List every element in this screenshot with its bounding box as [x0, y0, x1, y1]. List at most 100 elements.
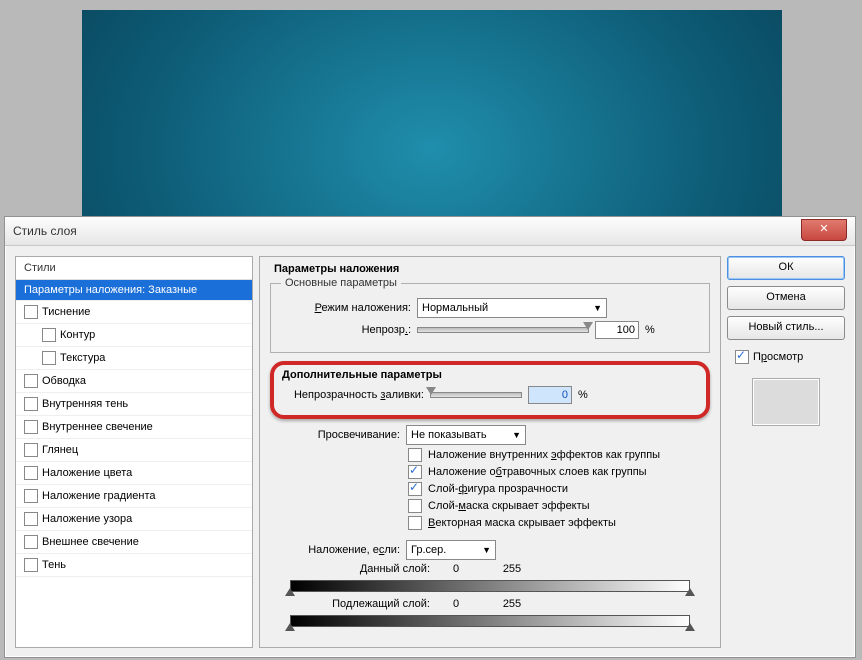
- sidebar-item-label: Наложение градиента: [42, 490, 156, 502]
- window-title: Стиль слоя: [13, 224, 77, 238]
- fill-opacity-highlight: Дополнительные параметры Непрозрачность …: [270, 361, 710, 419]
- blend-mode-label: Режим наложения:: [281, 302, 411, 314]
- knockout-select[interactable]: Не показывать ▼: [406, 425, 526, 445]
- dialog-content: Стили Параметры наложения: Заказные Тисне…: [5, 246, 855, 658]
- sidebar-item-label: Тиснение: [42, 306, 90, 318]
- sidebar-item-5[interactable]: Внутренняя тень: [16, 393, 252, 416]
- blend-mode-select[interactable]: Нормальный ▼: [417, 298, 607, 318]
- close-icon: ✕: [819, 223, 828, 235]
- fill-opacity-input[interactable]: 0: [528, 386, 572, 404]
- sidebar-item-3[interactable]: Текстура: [16, 347, 252, 370]
- style-checkbox[interactable]: [24, 374, 38, 388]
- sidebar-item-0[interactable]: Параметры наложения: Заказные: [16, 280, 252, 301]
- style-checkbox[interactable]: [24, 466, 38, 480]
- style-checkbox[interactable]: [24, 420, 38, 434]
- style-checkbox[interactable]: [24, 443, 38, 457]
- blendif-label: Наложение, если:: [270, 544, 400, 556]
- style-checkbox[interactable]: [42, 351, 56, 365]
- chk-transparency-shapes[interactable]: [408, 482, 422, 496]
- knockout-label: Просвечивание:: [270, 429, 400, 441]
- this-low: 0: [436, 563, 476, 575]
- chk-label: Наложение внутренних эффектов как группы: [428, 449, 660, 461]
- sidebar-item-7[interactable]: Глянец: [16, 439, 252, 462]
- sidebar-item-label: Внутреннее свечение: [42, 421, 153, 433]
- new-style-button[interactable]: Новый стиль...: [727, 316, 845, 340]
- this-layer-label: Данный слой:: [320, 563, 430, 575]
- chk-label: Наложение обтравочных слоев как группы: [428, 466, 647, 478]
- sidebar-item-11[interactable]: Внешнее свечение: [16, 531, 252, 554]
- style-checkbox[interactable]: [24, 305, 38, 319]
- slider-thumb-icon: [426, 387, 436, 395]
- chk-inner-effects[interactable]: [408, 448, 422, 462]
- titlebar: Стиль слоя ✕: [5, 217, 855, 246]
- preview-swatch: [752, 378, 820, 426]
- style-checkbox[interactable]: [24, 397, 38, 411]
- adv-legend: Дополнительные параметры: [282, 369, 698, 382]
- chevron-down-icon: ▼: [482, 545, 491, 555]
- gradient-track: [290, 615, 690, 627]
- sidebar-item-label: Глянец: [42, 444, 78, 456]
- chk-label: Векторная маска скрывает эффекты: [428, 517, 616, 529]
- gradient-track: [290, 580, 690, 592]
- ok-button[interactable]: ОК: [727, 256, 845, 280]
- this-high: 255: [482, 563, 542, 575]
- style-checkbox[interactable]: [24, 558, 38, 572]
- style-checkbox[interactable]: [24, 489, 38, 503]
- preview-checkbox[interactable]: [735, 350, 749, 364]
- fill-opacity-slider[interactable]: [430, 392, 522, 398]
- under-layer-label: Подлежащий слой:: [320, 598, 430, 610]
- style-checkbox[interactable]: [24, 512, 38, 526]
- chk-vector-mask-hides[interactable]: [408, 516, 422, 530]
- preview-label: Просмотр: [753, 351, 803, 363]
- percent-label: %: [578, 389, 588, 401]
- basic-legend: Основные параметры: [281, 277, 401, 289]
- slider-thumb-icon: [285, 623, 295, 631]
- sidebar-item-label: Наложение цвета: [42, 467, 132, 479]
- basic-params-group: Основные параметры Режим наложения: Норм…: [270, 277, 710, 353]
- main-panel: Параметры наложения Основные параметры Р…: [259, 256, 721, 648]
- slider-thumb-icon: [583, 322, 593, 330]
- under-layer-slider[interactable]: [290, 613, 690, 627]
- sidebar-item-6[interactable]: Внутреннее свечение: [16, 416, 252, 439]
- slider-thumb-icon: [285, 588, 295, 596]
- chk-label: Слой-фигура прозрачности: [428, 483, 568, 495]
- sidebar-item-9[interactable]: Наложение градиента: [16, 485, 252, 508]
- right-buttons: ОК Отмена Новый стиль... Просмотр: [727, 256, 845, 648]
- blendif-select[interactable]: Гр.сер. ▼: [406, 540, 496, 560]
- chevron-down-icon: ▼: [593, 303, 602, 313]
- slider-thumb-icon: [685, 588, 695, 596]
- sidebar-item-label: Тень: [42, 559, 66, 571]
- percent-label: %: [645, 324, 655, 336]
- under-low: 0: [436, 598, 476, 610]
- sidebar-item-2[interactable]: Контур: [16, 324, 252, 347]
- chk-clipped-layers[interactable]: [408, 465, 422, 479]
- slider-thumb-icon: [685, 623, 695, 631]
- opacity-label: Непрозр.:: [281, 324, 411, 336]
- sidebar-item-label: Параметры наложения: Заказные: [24, 284, 197, 296]
- cancel-button[interactable]: Отмена: [727, 286, 845, 310]
- sidebar-item-1[interactable]: Тиснение: [16, 301, 252, 324]
- this-layer-slider[interactable]: [290, 578, 690, 592]
- chk-layer-mask-hides[interactable]: [408, 499, 422, 513]
- knockout-value: Не показывать: [411, 429, 487, 441]
- preview-checkbox-row[interactable]: Просмотр: [727, 346, 845, 368]
- opacity-slider[interactable]: [417, 327, 589, 333]
- sidebar-item-label: Внутренняя тень: [42, 398, 128, 410]
- sidebar-item-12[interactable]: Тень: [16, 554, 252, 577]
- styles-sidebar: Стили Параметры наложения: Заказные Тисне…: [15, 256, 253, 648]
- chk-label: Слой-маска скрывает эффекты: [428, 500, 590, 512]
- fill-opacity-label: Непрозрачность заливки:: [282, 389, 424, 401]
- close-button[interactable]: ✕: [801, 219, 847, 241]
- style-checkbox[interactable]: [24, 535, 38, 549]
- sidebar-item-8[interactable]: Наложение цвета: [16, 462, 252, 485]
- sidebar-item-4[interactable]: Обводка: [16, 370, 252, 393]
- under-high: 255: [482, 598, 542, 610]
- layer-style-dialog: Стиль слоя ✕ Стили Параметры наложения: …: [4, 216, 856, 658]
- style-checkbox[interactable]: [42, 328, 56, 342]
- blendif-value: Гр.сер.: [411, 544, 446, 556]
- opacity-input[interactable]: 100: [595, 321, 639, 339]
- sidebar-header: Стили: [16, 257, 252, 280]
- sidebar-item-label: Обводка: [42, 375, 86, 387]
- sidebar-item-label: Наложение узора: [42, 513, 132, 525]
- sidebar-item-10[interactable]: Наложение узора: [16, 508, 252, 531]
